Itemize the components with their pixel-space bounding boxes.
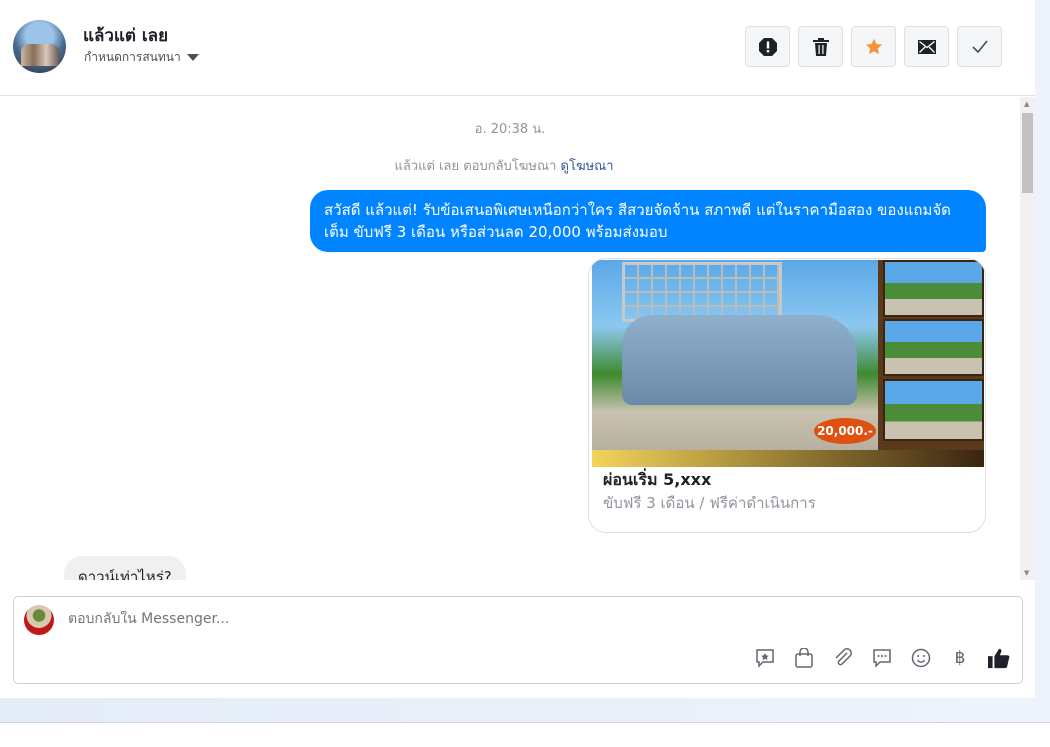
divider (0, 722, 1050, 723)
message-template-button[interactable] (871, 647, 893, 669)
done-button[interactable] (957, 26, 1002, 67)
view-ad-link[interactable]: ดูโฆษณา (561, 159, 614, 174)
check-icon (971, 39, 988, 53)
report-button[interactable] (745, 26, 790, 67)
saved-reply-icon (756, 649, 774, 668)
star-button[interactable] (851, 26, 896, 67)
message-list: อ. 20:38 น. แล้วแต่ เลย ตอบกลับโฆษณา ดูโ… (0, 97, 1020, 580)
contact-avatar[interactable] (13, 20, 66, 73)
star-icon (865, 38, 882, 54)
truck-body (622, 315, 857, 405)
header-actions (745, 26, 1002, 67)
outgoing-message: สวัสดี แล้วแต่! รับข้อเสนอพิเศษเหนือกว่า… (310, 190, 986, 252)
page-avatar (24, 605, 54, 635)
truck-cage (622, 262, 782, 322)
payment-button[interactable]: ฿ (949, 647, 971, 669)
reply-input[interactable] (68, 611, 968, 627)
ad-card-subtitle: ขับฟรี 3 เดือน / ฟรีค่าดำเนินการ (603, 494, 816, 512)
like-button[interactable] (988, 647, 1010, 669)
conversation-panel: แล้วแต่ เลย กำหนดการสนทนา อ. 20:38 น. แล… (0, 0, 1035, 698)
scrollbar-thumb[interactable] (1022, 113, 1033, 193)
scrollbar[interactable]: ▲ ▼ (1020, 97, 1035, 580)
conversation-header: แล้วแต่ เลย กำหนดการสนทนา (0, 0, 1035, 96)
settings-label: กำหนดการสนทนา (84, 50, 181, 64)
ad-card-title: ผ่อนเริ่ม 5,xxx (603, 470, 712, 489)
reply-composer: ฿ (13, 596, 1023, 684)
envelope-icon (917, 39, 936, 54)
incoming-message: ดาวน์เท่าไหร่? (64, 556, 186, 580)
emoji-button[interactable] (910, 647, 932, 669)
shop-button[interactable] (793, 647, 815, 669)
side-photo (883, 379, 984, 441)
ad-reply-text: แล้วแต่ เลย ตอบกลับโฆษณา (394, 159, 557, 174)
ad-info-bar (592, 450, 984, 467)
composer-tools: ฿ (754, 647, 1010, 669)
scroll-down-icon[interactable]: ▼ (1024, 569, 1029, 577)
contact-name[interactable]: แล้วแต่ เลย (83, 22, 168, 49)
thumbs-up-icon (988, 648, 1010, 669)
scroll-up-icon[interactable]: ▲ (1024, 100, 1029, 108)
discount-badge: 20,000.- (814, 418, 876, 444)
delete-button[interactable] (798, 26, 843, 67)
paperclip-icon (835, 648, 852, 666)
shop-bag-icon (795, 648, 813, 668)
saved-reply-button[interactable] (754, 647, 776, 669)
mark-unread-button[interactable] (904, 26, 949, 67)
ad-image: 20,000.- (592, 260, 984, 467)
exclamation-icon (758, 37, 777, 56)
side-photo (883, 319, 984, 376)
ad-card[interactable]: 20,000.- ผ่อนเริ่ม 5,xxx ขับฟรี 3 เดือน … (588, 258, 986, 533)
side-photo (883, 260, 984, 317)
chat-bubble-icon (873, 649, 891, 668)
message-timestamp: อ. 20:38 น. (474, 122, 546, 137)
trash-icon (812, 37, 829, 56)
ad-reply-notice: แล้วแต่ เลย ตอบกลับโฆษณา ดูโฆษณา (0, 155, 1008, 176)
attach-button[interactable] (832, 647, 854, 669)
caret-down-icon (186, 54, 199, 61)
emoji-icon (911, 648, 931, 668)
conversation-settings-dropdown[interactable]: กำหนดการสนทนา (84, 48, 199, 67)
baht-icon: ฿ (954, 648, 966, 668)
